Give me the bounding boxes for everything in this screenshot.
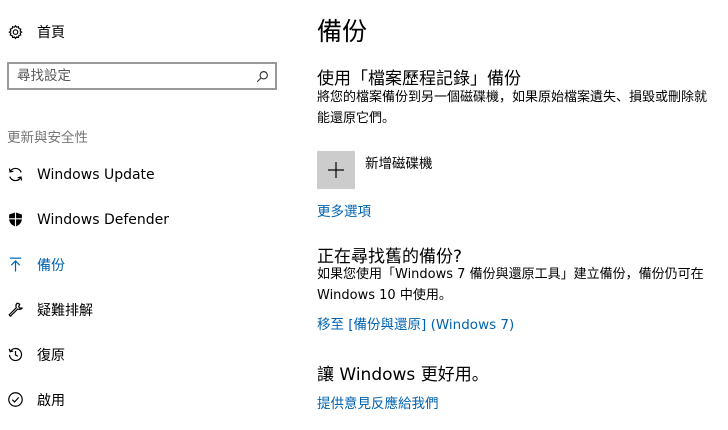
- feedback-heading: 讓 Windows 更好用。: [317, 365, 489, 385]
- add-drive-button[interactable]: 新增磁碟機: [317, 151, 433, 190]
- shield-icon: [6, 211, 24, 229]
- sidebar-item-label: 備份: [37, 257, 65, 274]
- sidebar-nav: Windows Update Windows Defender 備份 疑難排解 …: [0, 152, 292, 422]
- more-options-link[interactable]: 更多選項: [317, 200, 371, 220]
- add-drive-label: 新增磁碟機: [365, 156, 433, 172]
- sidebar: 首頁 更新與安全性: [0, 0, 292, 430]
- search-input[interactable]: [17, 68, 247, 84]
- search-box[interactable]: [7, 62, 277, 90]
- sidebar-item-label: 啟用: [37, 392, 65, 409]
- history-icon: [6, 346, 24, 364]
- settings-window: 首頁 更新與安全性: [0, 0, 728, 430]
- feedback-link[interactable]: 提供意見反應給我們: [317, 392, 439, 412]
- home-nav-item[interactable]: 首頁: [0, 16, 280, 48]
- gear-icon: [6, 23, 24, 41]
- plus-icon: [317, 151, 355, 189]
- backup-restore-link[interactable]: 移至 [備份與還原] (Windows 7): [317, 313, 514, 333]
- section-heading: 更新與安全性: [7, 130, 88, 146]
- sidebar-item-label: Windows Defender: [37, 211, 170, 228]
- home-label: 首頁: [37, 25, 65, 41]
- sidebar-item-label: Windows Update: [37, 166, 155, 183]
- sidebar-item-recovery[interactable]: 復原: [0, 332, 292, 377]
- older-backup-description: 如果您使用「Windows 7 備份與還原工具」建立備份，備份仍可在 Windo…: [317, 267, 704, 303]
- search-icon[interactable]: [255, 69, 269, 83]
- sidebar-item-label: 復原: [37, 347, 65, 364]
- wrench-icon: [6, 301, 24, 319]
- sidebar-item-troubleshoot[interactable]: 疑難排解: [0, 287, 292, 332]
- upload-arrow-icon: [6, 256, 24, 274]
- file-history-description: 將您的檔案備份到另一個磁碟機，如果原始檔案遺失、損毀或刪除就能還原它們。: [317, 90, 708, 126]
- main-content: 備份 使用「檔案歷程記錄」備份 將您的檔案備份到另一個磁碟機，如果原始檔案遺失、…: [317, 0, 722, 430]
- sidebar-item-label: 疑難排解: [37, 302, 93, 319]
- file-history-heading: 使用「檔案歷程記錄」備份: [317, 69, 521, 89]
- sidebar-item-backup[interactable]: 備份: [0, 242, 292, 287]
- sync-icon: [6, 166, 24, 184]
- check-circle-icon: [6, 391, 24, 409]
- sidebar-item-windows-update[interactable]: Windows Update: [0, 152, 292, 197]
- sidebar-item-activation[interactable]: 啟用: [0, 377, 292, 422]
- sidebar-item-windows-defender[interactable]: Windows Defender: [0, 197, 292, 242]
- page-title: 備份: [317, 17, 368, 46]
